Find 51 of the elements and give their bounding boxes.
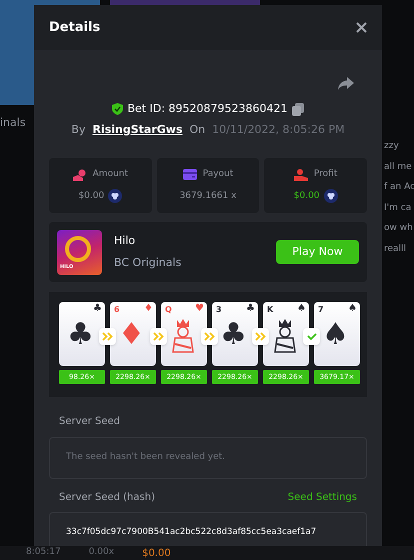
card-rank: Q: [165, 304, 172, 316]
chat-text: ow wh: [384, 222, 414, 235]
large-suit-icon: ♣: [220, 318, 247, 352]
section-label: Server Seed: [59, 415, 121, 429]
chat-text: realll: [384, 242, 408, 256]
card-rank: 7: [318, 304, 324, 316]
large-suit-icon: ♠: [322, 318, 349, 352]
by-label: By: [71, 122, 86, 138]
stat-label: Amount: [92, 168, 128, 181]
game-name: Hilo: [114, 232, 136, 248]
suit-icon: ♣: [246, 302, 255, 316]
seed-settings-link[interactable]: Seed Settings: [288, 490, 357, 505]
suit-icon: ♠: [297, 302, 306, 316]
card-rank: K: [267, 304, 274, 316]
suit-icon: ♦: [144, 302, 153, 316]
seed-message: The seed hasn't been revealed yet.: [66, 451, 226, 464]
user-link[interactable]: RisingStarGws: [92, 122, 183, 138]
stat-value: $0.00: [78, 190, 104, 202]
suit-icon: ♠: [348, 302, 357, 316]
chat-text: I'm ca: [384, 202, 412, 214]
game-provider: BC Originals: [114, 255, 182, 271]
chat-text: all me: [384, 160, 413, 174]
on-label: On: [190, 122, 206, 138]
multiplier-text: 0.00x: [88, 546, 114, 560]
dialog-title: Details: [49, 18, 100, 37]
large-suit-icon: ♦: [118, 318, 145, 352]
king-figure-drawing: [169, 318, 197, 354]
section-label: inals: [0, 115, 26, 131]
amount-text: $0.00: [142, 546, 171, 560]
card-rank: 3: [216, 304, 222, 316]
stat-label: Profit: [314, 168, 338, 181]
king-figure-drawing: [271, 318, 299, 354]
card-rank: 6: [114, 304, 120, 316]
suit-icon: ♣: [93, 302, 102, 316]
ring-logo: [65, 236, 91, 262]
large-suit-icon: ♣: [67, 318, 94, 352]
section-label: Server Seed (hash): [59, 491, 155, 505]
stat-label: Payout: [202, 168, 234, 181]
share-button[interactable]: [338, 77, 354, 91]
wallet-icon: [182, 169, 197, 180]
stat-value: 3679.1661 x: [180, 190, 236, 202]
bet-id-text: Bet ID: 89520879523860421: [127, 101, 288, 117]
stat-value: $0.00: [294, 190, 320, 202]
close-button[interactable]: [356, 22, 367, 33]
copy-button[interactable]: [292, 102, 304, 116]
hash-value: 33c7f05dc97c7900B541ac2bc522c8d3af85cc5ea3caef1a7: [66, 526, 316, 539]
time-text: 8:05:17: [26, 546, 61, 560]
verified-shield-icon: [112, 103, 124, 116]
date-text: 10/11/2022, 8:05:26 PM: [212, 122, 345, 138]
chat-text: zzy: [384, 140, 400, 153]
suit-icon: ♥: [195, 302, 204, 316]
